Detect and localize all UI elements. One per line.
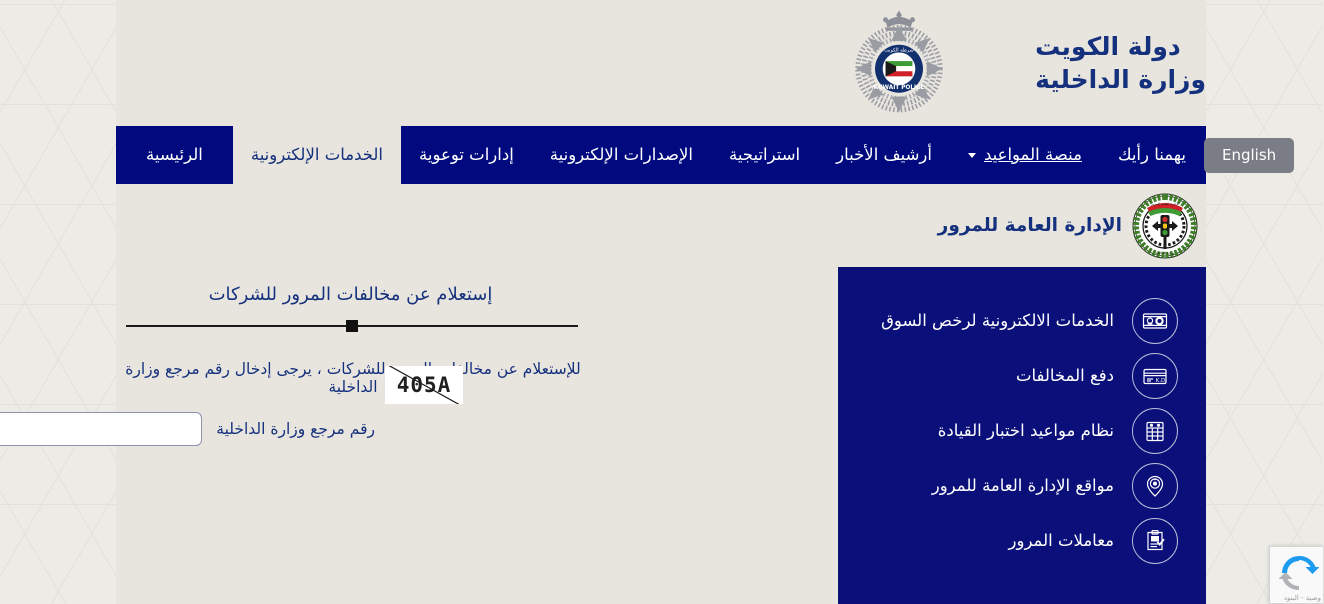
payment-card-kd-icon: K.D (1133, 352, 1179, 399)
form-instruction-text: للإستعلام عن مخالفات المرور للشركات ، ير… (126, 360, 582, 396)
sidebar-item-driving-license-eservices[interactable]: الخدمات الالكترونية لرخص السوق (839, 293, 1207, 348)
nav-item-awareness-departments[interactable]: إدارات توعوية (402, 126, 533, 184)
site-title-line2: وزارة الداخلية (1036, 65, 1207, 94)
sidebar-item-traffic-department-locations[interactable]: مواقع الإدارة العامة للمرور (839, 458, 1207, 513)
reference-number-field-row: رقم مرجع وزارة الداخلية (0, 412, 839, 446)
page-container: دولة الكويت وزارة الداخلية شرطة الكويت K… (0, 0, 1296, 604)
site-title-line1: دولة الكويت (1036, 32, 1182, 61)
recaptcha-badge[interactable]: وصية - البنود (1270, 546, 1324, 604)
recaptcha-icon (1280, 555, 1320, 591)
site-title: دولة الكويت وزارة الداخلية (1036, 30, 1207, 96)
driving-license-card-icon (1133, 297, 1179, 344)
page-title: إستعلام عن مخالفات المرور للشركات (209, 284, 494, 305)
chevron-down-icon (968, 152, 977, 158)
sidebar-item-label: دفع المخالفات (1016, 366, 1115, 385)
reference-number-label: رقم مرجع وزارة الداخلية (217, 420, 376, 438)
nav-item-news-archive[interactable]: أرشيف الأخبار (819, 126, 951, 184)
nav-item-your-opinion-matters[interactable]: يهمنا رأيك (1101, 126, 1205, 184)
main-navigation[interactable]: الرئيسية الخدمات الإلكترونية إدارات توعو… (117, 126, 1296, 184)
inquiry-form-panel: إستعلام عن مخالفات المرور للشركات للإستع… (0, 184, 839, 604)
language-toggle-button[interactable]: English (1204, 137, 1296, 173)
nav-item-home[interactable]: الرئيسية (117, 126, 234, 184)
services-sidebar: الخدمات الالكترونية لرخص السوق K.D دفع ا… (839, 267, 1207, 604)
nav-item-strategy[interactable]: استراتيجية (712, 126, 819, 184)
document-check-icon (1133, 517, 1179, 564)
svg-text:وزارة الداخلية: وزارة الداخلية (1157, 251, 1176, 255)
general-traffic-department-logo: الإدارة العامة للمرور وزارة الداخلية (1133, 193, 1199, 258)
sidebar-item-driving-test-appointments[interactable]: نظام مواعيد اختبار القيادة (839, 403, 1207, 458)
map-pin-icon (1133, 462, 1179, 509)
nav-item-appointments-platform[interactable]: منصة المواعيد (951, 126, 1101, 184)
content-area: الإدارة العامة للمرور وزارة الداخلية الإ… (0, 184, 1207, 604)
nav-item-electronic-publications[interactable]: الإصدارات الإلكترونية (533, 126, 712, 184)
sidebar-item-label: معاملات المرور (1009, 531, 1115, 550)
sidebar-item-label: الخدمات الالكترونية لرخص السوق (882, 311, 1115, 330)
svg-text:KUWAIT POLICE: KUWAIT POLICE (875, 85, 926, 91)
recaptcha-footer-text: وصية - البنود (1284, 594, 1322, 602)
svg-text:شرطة الكويت: شرطة الكويت (885, 47, 915, 53)
department-name: الإدارة العامة للمرور (938, 215, 1123, 236)
captcha-strike-line (389, 366, 461, 404)
department-header: الإدارة العامة للمرور وزارة الداخلية الإ… (837, 184, 1207, 267)
sidebar-item-pay-violations[interactable]: K.D دفع المخالفات (839, 348, 1207, 403)
sidebar-item-label: نظام مواعيد اختبار القيادة (938, 421, 1115, 440)
nav-item-appointments-platform-label: منصة المواعيد (984, 145, 1083, 164)
svg-text:K.D: K.D (1157, 378, 1166, 384)
site-header: دولة الكويت وزارة الداخلية شرطة الكويت K… (117, 0, 1207, 126)
kuwait-police-emblem: شرطة الكويت KUWAIT POLICE (856, 10, 944, 113)
title-divider (127, 320, 579, 332)
sidebar-item-label: مواقع الإدارة العامة للمرور (932, 476, 1115, 495)
nav-item-eservices[interactable]: الخدمات الإلكترونية (233, 126, 403, 184)
captcha-image: 405A (386, 366, 464, 404)
sidebar-item-traffic-transactions[interactable]: معاملات المرور (839, 513, 1207, 568)
divider-knob (347, 320, 359, 332)
reference-number-input[interactable] (0, 412, 204, 446)
calendar-icon (1133, 407, 1179, 454)
